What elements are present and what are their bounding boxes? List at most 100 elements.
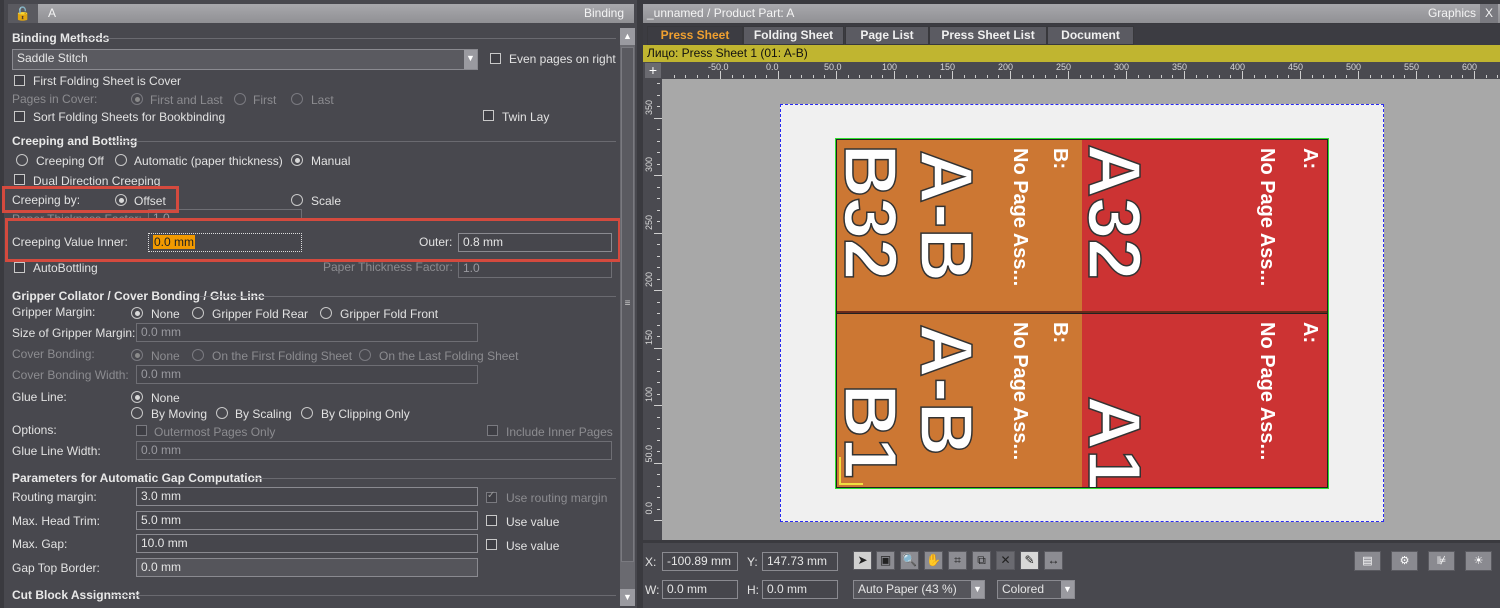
include-inner-checkbox[interactable]	[487, 425, 498, 436]
radio-label: Gripper Fold Front	[340, 307, 439, 321]
ruler-label: 600	[1462, 62, 1478, 72]
ruler-tick	[657, 209, 660, 211]
radio-automatic[interactable]	[115, 154, 127, 166]
gripper-margin-label: Gripper Margin:	[12, 305, 96, 319]
horizontal-ruler: -50.0 0.0 50.0 100 150 200 250 300 350 400 450 500 5…	[643, 62, 1500, 79]
gap-top-input[interactable]: 0.0 mm	[136, 558, 478, 577]
scroll-thumb[interactable]: ≡	[621, 47, 634, 562]
delete-marks-icon[interactable]: ⊯	[1428, 551, 1455, 571]
cut-mark-icon[interactable]: ✕	[996, 551, 1015, 570]
radio-label: Scale	[311, 194, 342, 208]
zoom-icon[interactable]: 🔍	[900, 551, 919, 570]
ruler-tick	[1242, 71, 1243, 79]
use-routing-label: Use routing margin	[506, 491, 608, 505]
cover-bonding-width-input[interactable]: 0.0 mm	[136, 365, 478, 384]
chevron-down-icon[interactable]: ▼	[464, 50, 477, 69]
tab-document[interactable]: Document	[1047, 26, 1134, 45]
radio-glue-scaling[interactable]	[216, 407, 228, 419]
twin-lay-checkbox[interactable]	[483, 110, 494, 121]
sheet-info-text: Лицо: Press Sheet 1 (01: A-B)	[647, 46, 808, 60]
tab-folding-sheet[interactable]: Folding Sheet	[743, 26, 844, 45]
ruler-label: 0.0	[644, 502, 654, 515]
part-b-name: A-B	[904, 323, 989, 456]
max-gap-use-checkbox[interactable]	[486, 539, 497, 550]
chevron-down-icon[interactable]: ▼	[971, 581, 984, 598]
panel-name: Binding	[583, 6, 624, 20]
ruler-tick	[1126, 71, 1127, 79]
radio-glue-moving[interactable]	[131, 407, 143, 419]
radio-cover-last[interactable]	[359, 349, 371, 361]
ruler-tick	[657, 474, 660, 475]
preview-icon[interactable]: ☀	[1465, 551, 1492, 571]
zoom-select[interactable]: Auto Paper (43 %) ▼	[853, 580, 985, 599]
tab-press-sheet[interactable]: Press Sheet	[647, 26, 743, 45]
ruler-tick	[1369, 75, 1371, 78]
measure-icon[interactable]: ↔	[1044, 551, 1063, 570]
radio-creeping-off[interactable]	[16, 154, 28, 166]
page-cell[interactable]: A: No Page Ass... A32 B: No Page Ass... A-B B3…	[837, 140, 1327, 313]
gripper-size-input[interactable]: 0.0 mm	[136, 323, 478, 342]
max-gap-input[interactable]: 10.0 mm	[136, 534, 478, 553]
ruler-origin-button[interactable]: +	[645, 63, 661, 78]
page-copy-icon[interactable]: ⧉	[972, 551, 991, 570]
radio-glue-none[interactable]	[131, 391, 143, 403]
settings-icon[interactable]: ⚙	[1391, 551, 1418, 571]
chevron-down-icon[interactable]: ▼	[1061, 581, 1074, 598]
head-trim-input[interactable]: 5.0 mm	[136, 511, 478, 530]
scroll-down-button[interactable]: ▼	[620, 589, 635, 606]
ruler-label: 350	[644, 99, 654, 115]
first-folding-cover-checkbox[interactable]	[14, 75, 25, 86]
page-layout[interactable]: A: No Page Ass... A32 B: No Page Ass... A-B B3…	[835, 138, 1329, 489]
hand-icon[interactable]: ✋	[924, 551, 943, 570]
binding-method-select[interactable]: Saddle Stitch ▼	[12, 49, 478, 70]
outermost-checkbox[interactable]	[136, 425, 147, 436]
ruler-tick	[654, 175, 662, 176]
radio-label: Manual	[311, 154, 351, 168]
radio-scale[interactable]	[291, 194, 303, 206]
even-pages-checkbox[interactable]	[490, 53, 501, 64]
autobottling-checkbox[interactable]	[14, 262, 25, 273]
y-input[interactable]: 147.73 mm	[762, 552, 838, 571]
left-scrollbar[interactable]: ▲ ≡ ▼	[620, 28, 635, 606]
radio-gripper-none[interactable]	[131, 307, 143, 319]
ruler-tick	[1346, 75, 1348, 78]
radio-cover-none[interactable]	[131, 349, 143, 361]
use-routing-checkbox[interactable]	[486, 490, 497, 503]
ruler-tick	[657, 485, 660, 487]
head-trim-use-checkbox[interactable]	[486, 515, 497, 526]
radio-first[interactable]	[234, 93, 246, 105]
crop-icon[interactable]: ⌗	[948, 551, 967, 570]
radio-glue-clipping[interactable]	[301, 407, 313, 419]
pen-icon[interactable]: ✎	[1020, 551, 1039, 570]
radio-label: Last	[311, 93, 334, 107]
ruler-tick	[657, 313, 660, 314]
radio-last[interactable]	[291, 93, 303, 105]
routing-input[interactable]: 3.0 mm	[136, 487, 478, 506]
glue-width-input[interactable]: 0.0 mm	[136, 441, 612, 460]
x-input[interactable]: -100.89 mm	[662, 552, 738, 571]
tab-press-sheet-list[interactable]: Press Sheet List	[929, 26, 1047, 45]
radio-cover-first[interactable]	[192, 349, 204, 361]
highlight-creeping-by	[2, 186, 179, 213]
ptf-label: Paper Thickness Factor:	[323, 260, 453, 274]
dual-direction-checkbox[interactable]	[14, 174, 25, 185]
lock-icon[interactable]: 🔓	[8, 4, 38, 23]
sort-folding-checkbox[interactable]	[14, 111, 25, 122]
scroll-up-button[interactable]: ▲	[620, 28, 635, 45]
radio-manual[interactable]	[291, 154, 303, 166]
close-icon[interactable]: X	[1480, 4, 1498, 23]
select-arrow-icon[interactable]: ➤	[853, 551, 872, 570]
radio-first-and-last[interactable]	[131, 93, 143, 105]
h-input[interactable]: 0.0 mm	[762, 580, 838, 599]
radio-gripper-rear[interactable]	[192, 307, 204, 319]
ruler-tick	[657, 140, 660, 142]
tab-page-list[interactable]: Page List	[845, 26, 929, 45]
w-input[interactable]: 0.0 mm	[662, 580, 738, 599]
page-cell[interactable]: A: No Page Ass... A1 B: No Page Ass... A-B B1	[837, 314, 1327, 487]
radio-gripper-front[interactable]	[320, 307, 332, 319]
color-mode-select[interactable]: Colored ▼	[997, 580, 1075, 599]
radio-label: Creeping Off	[36, 154, 104, 168]
select-object-icon[interactable]: ▣	[876, 551, 895, 570]
glue-line-label: Glue Line:	[12, 390, 67, 404]
layout-view-icon[interactable]: ▤	[1354, 551, 1381, 571]
